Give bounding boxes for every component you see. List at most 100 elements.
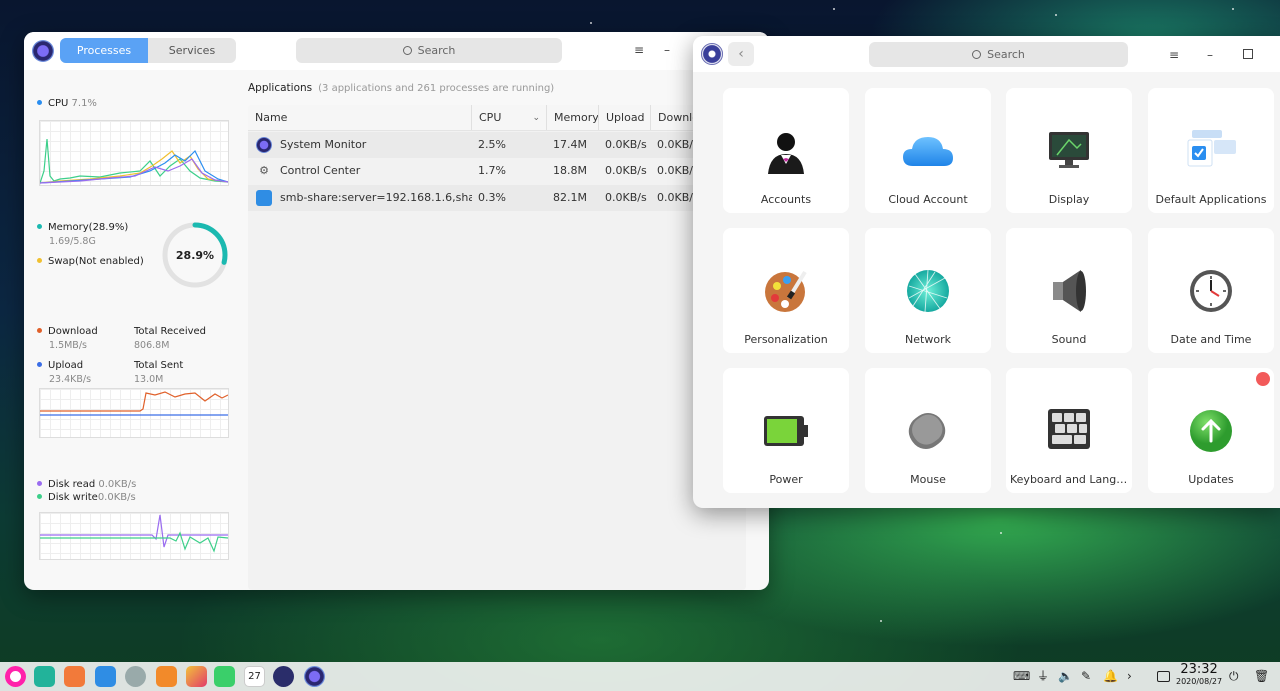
memory-ring-percent: 28.9%: [176, 249, 214, 262]
tile-updates[interactable]: Updates: [1148, 368, 1274, 493]
tile-date-and-time[interactable]: Date and Time: [1148, 228, 1274, 353]
swap-label: Swap(Not enabled): [37, 256, 144, 267]
tile-sound[interactable]: Sound: [1006, 228, 1132, 353]
file-manager-icon[interactable]: [95, 666, 116, 687]
tile-accounts[interactable]: Accounts: [723, 88, 849, 213]
update-badge: [1256, 372, 1270, 386]
column-upload[interactable]: Upload: [599, 105, 651, 130]
gear-icon: ⚙: [259, 164, 269, 177]
minimize-icon[interactable]: –: [1207, 49, 1213, 61]
applications-summary: (3 applications and 261 processes are ru…: [318, 83, 555, 94]
disk-write-label: Disk write0.0KB/s: [37, 492, 136, 503]
monitor-sidebar: CPU 7.1% Memory(28.9%) 1.69/5.8G Swap(No…: [24, 70, 246, 590]
disk-read-legend-dot: [37, 481, 42, 486]
column-memory[interactable]: Memory: [547, 105, 599, 130]
tab-processes[interactable]: Processes: [60, 38, 148, 63]
keyboard-icon: [1048, 409, 1090, 449]
process-memory: 17.4M: [553, 138, 587, 151]
pen-icon[interactable]: ✎: [1081, 669, 1091, 683]
notification-bell-icon[interactable]: 🔔: [1103, 669, 1118, 683]
memory-ring: 28.9%: [162, 222, 228, 288]
star: [1000, 532, 1002, 534]
table-row[interactable]: System Monitor 2.5% 17.4M 0.0KB/s 0.0KB/…: [248, 132, 746, 158]
table-header: Name CPU ⌄ Memory Upload Downlo: [248, 105, 746, 131]
total-sent-value: 13.0M: [134, 374, 164, 385]
launcher-icon[interactable]: [5, 666, 26, 687]
download-label: Download: [37, 326, 98, 337]
disk-write-series: [40, 531, 229, 553]
keyboard-tray-icon[interactable]: ⌨: [1013, 669, 1030, 683]
system-monitor-icon[interactable]: [304, 666, 325, 687]
minimize-icon[interactable]: –: [664, 44, 670, 56]
network-chart-svg: [40, 391, 229, 416]
table-row[interactable]: smb-share:server=192.168.1.6,sha... 0.3%…: [248, 185, 746, 211]
monitor-search-input[interactable]: Search: [296, 38, 562, 63]
disk-write-value: 0.0KB/s: [97, 492, 136, 503]
star: [1055, 14, 1057, 16]
download-value: 1.5MB/s: [49, 340, 87, 351]
clock-date: 2020/08/27: [1176, 677, 1223, 686]
maximize-icon[interactable]: [1243, 49, 1253, 59]
sort-chevron-down-icon: ⌄: [532, 113, 540, 123]
monitor-titlebar: Processes Services Search ≡ –: [24, 32, 769, 70]
tile-display[interactable]: Display: [1006, 88, 1132, 213]
process-upload: 0.0KB/s: [605, 164, 647, 177]
process-cpu: 2.5%: [478, 138, 506, 151]
taskbar: 27 ⌨ ⏚ 🔈 ✎ 🔔 › 23:32 2020/08/27 ⏻ 🗑: [0, 662, 1280, 691]
system-monitor-window: Processes Services Search ≡ – CPU 7.1% M…: [24, 32, 769, 590]
menu-icon[interactable]: ≡: [634, 44, 644, 56]
control-center-search-input[interactable]: Search: [869, 42, 1128, 67]
back-button[interactable]: ‹: [728, 42, 754, 66]
processes-panel: Applications (3 applications and 261 proc…: [246, 70, 769, 590]
table-row[interactable]: ⚙ Control Center 1.7% 18.8M 0.0KB/s 0.0KB…: [248, 158, 746, 184]
system-monitor-logo-icon: [32, 40, 54, 62]
disk-write-legend-dot: [37, 494, 42, 499]
trash-icon[interactable]: 🗑: [1254, 669, 1269, 683]
tile-network[interactable]: Network: [865, 228, 991, 353]
download-series: [40, 391, 229, 412]
tile-mouse[interactable]: Mouse: [865, 368, 991, 493]
tab-services[interactable]: Services: [148, 38, 236, 63]
tile-label: Cloud Account: [888, 193, 968, 206]
tile-label: Network: [905, 333, 951, 346]
tile-personalization[interactable]: Personalization: [723, 228, 849, 353]
chevron-right-icon[interactable]: ›: [1127, 669, 1132, 683]
upload-legend-dot: [37, 362, 42, 367]
upload-value: 23.4KB/s: [49, 374, 92, 385]
cpu-chart-svg: [39, 138, 229, 184]
calendar-icon[interactable]: 27: [244, 666, 265, 687]
browser-icon[interactable]: [125, 666, 146, 687]
app-store-icon[interactable]: [156, 666, 177, 687]
tile-cloud-account[interactable]: Cloud Account: [865, 88, 991, 213]
network-icon: [907, 269, 949, 313]
usb-icon[interactable]: ⏚: [1037, 669, 1049, 683]
column-name[interactable]: Name: [248, 105, 472, 130]
multitask-icon[interactable]: [64, 666, 85, 687]
tile-default-applications[interactable]: Default Applications: [1148, 88, 1274, 213]
process-cpu: 1.7%: [478, 164, 506, 177]
total-received-label: Total Received: [134, 326, 207, 337]
clock-icon: [1190, 270, 1232, 312]
desktop-icon[interactable]: [1157, 671, 1170, 682]
terminal-icon[interactable]: [34, 666, 55, 687]
network-chart: [39, 388, 229, 438]
disk-chart: [39, 512, 229, 560]
file-manager-icon: [256, 190, 272, 206]
process-memory: 82.1M: [553, 191, 587, 204]
search-placeholder: Search: [417, 44, 456, 57]
tile-keyboard-and-language[interactable]: Keyboard and Langua...: [1006, 368, 1132, 493]
music-icon[interactable]: [214, 666, 235, 687]
tile-power[interactable]: Power: [723, 368, 849, 493]
control-center-icon[interactable]: [273, 666, 294, 687]
display-icon: [1049, 132, 1089, 168]
total-sent-label: Total Sent: [134, 360, 184, 371]
image-viewer-icon[interactable]: [186, 666, 207, 687]
cloud-icon: [903, 137, 953, 166]
clock[interactable]: 23:32 2020/08/27: [1176, 663, 1222, 687]
column-cpu[interactable]: CPU ⌄: [472, 105, 547, 130]
volume-icon[interactable]: 🔈: [1058, 669, 1073, 683]
power-icon[interactable]: ⏻: [1229, 669, 1239, 683]
menu-icon[interactable]: ≡: [1169, 49, 1179, 61]
tile-label: Default Applications: [1155, 193, 1267, 206]
process-cpu: 0.3%: [478, 191, 506, 204]
